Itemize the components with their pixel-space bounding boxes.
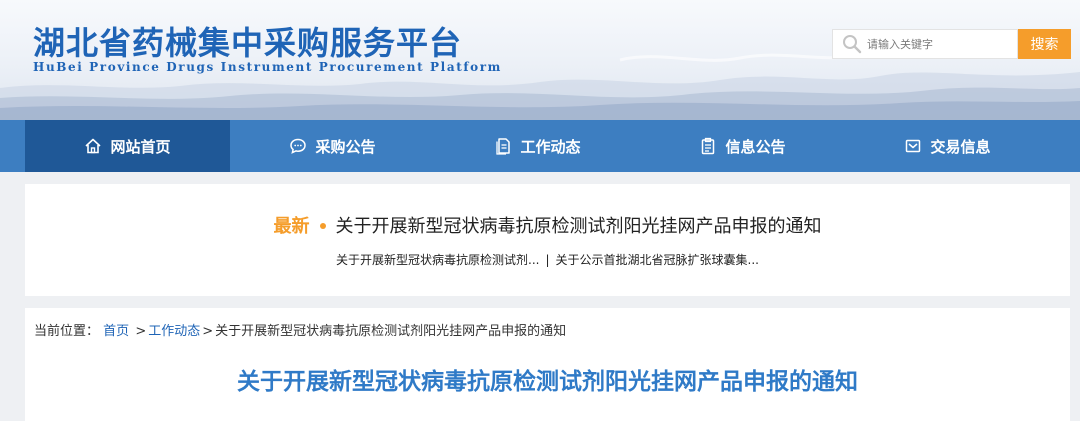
latest-tag: 最新 [273, 216, 310, 237]
mail-icon [906, 139, 921, 153]
article-title: 关于开展新型冠状病毒抗原检测试剂阳光挂网产品申报的通知 [237, 369, 858, 395]
breadcrumb-separator: > [202, 324, 214, 339]
nav-label: 网站首页 [110, 137, 171, 156]
main-nav: 网站首页 采购公告 工作动态 信息公告 交易信息 [0, 120, 1080, 172]
breadcrumb-section-link[interactable]: 工作动态 [148, 324, 200, 339]
nav-label: 信息公告 [725, 137, 786, 156]
home-icon [85, 138, 102, 154]
site-subtitle: HuBei Province Drugs Instrument Procurem… [33, 60, 502, 74]
clipboard-icon [702, 137, 715, 155]
site-title: 湖北省药械集中采购服务平台 [33, 24, 463, 62]
latest-link-item[interactable]: 关于开展新型冠状病毒抗原检测试剂... [336, 253, 539, 267]
bullet-dot-icon [319, 222, 326, 229]
nav-label: 采购公告 [315, 137, 376, 156]
search-box [832, 29, 1018, 59]
breadcrumb-current: 关于开展新型冠状病毒抗原检测试剂阳光挂网产品申报的通知 [215, 324, 567, 339]
nav-item-trade-info[interactable]: 交易信息 [845, 120, 1050, 172]
breadcrumb-separator: > [135, 324, 147, 339]
nav-label: 工作动态 [520, 137, 581, 156]
latest-headline: 最新 关于开展新型冠状病毒抗原检测试剂阳光挂网产品申报的通知 [25, 212, 1070, 238]
latest-link-item[interactable]: 关于公示首批湖北省冠脉扩张球囊集... [556, 253, 759, 267]
search-input[interactable] [867, 31, 1007, 57]
document-icon [496, 138, 511, 155]
chat-bubble-icon [290, 138, 307, 154]
latest-title-link[interactable]: 关于开展新型冠状病毒抗原检测试剂阳光挂网产品申报的通知 [336, 216, 822, 237]
breadcrumb-prefix: 当前位置： [34, 324, 100, 339]
site-header: 湖北省药械集中采购服务平台 HuBei Province Drugs Instr… [0, 0, 1080, 120]
nav-item-work-news[interactable]: 工作动态 [435, 120, 640, 172]
search-icon [843, 35, 862, 54]
latest-news-panel: 最新 关于开展新型冠状病毒抗原检测试剂阳光挂网产品申报的通知 关于开展新型冠状病毒… [25, 184, 1070, 296]
article-panel: 当前位置： 首页 > 工作动态 > 关于开展新型冠状病毒抗原检测试剂阳光挂网产品申报的… [25, 308, 1070, 421]
link-separator: | [545, 253, 550, 267]
search-button[interactable]: 搜索 [1018, 29, 1071, 59]
nav-item-info-notice[interactable]: 信息公告 [640, 120, 845, 172]
latest-links: 关于开展新型冠状病毒抗原检测试剂... | 关于公示首批湖北省冠脉扩张球囊集... [25, 251, 1070, 268]
breadcrumb-home-link[interactable]: 首页 [103, 324, 129, 339]
nav-label: 交易信息 [930, 137, 991, 156]
breadcrumb: 当前位置： 首页 > 工作动态 > 关于开展新型冠状病毒抗原检测试剂阳光挂网产品申报的… [34, 320, 566, 339]
nav-item-home[interactable]: 网站首页 [25, 120, 230, 172]
nav-item-procurement-notice[interactable]: 采购公告 [230, 120, 435, 172]
